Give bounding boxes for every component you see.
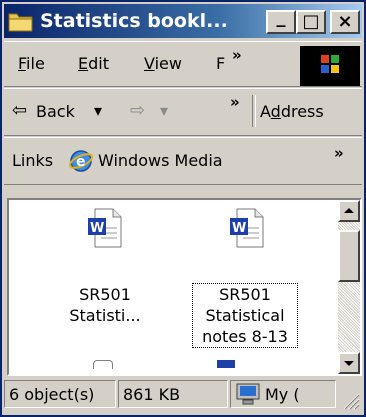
chevron-down-icon[interactable]: ▾ [94, 101, 102, 120]
back-button[interactable]: ⇦ Back ▾ [10, 89, 128, 135]
toolbar-overflow-icon[interactable]: » [230, 93, 240, 111]
toolbar-separator [252, 95, 256, 127]
minimize-icon: _ [276, 7, 286, 28]
status-bar: 6 object(s) 861 KB My ( [4, 376, 362, 413]
partial-icon [93, 360, 113, 369]
forward-arrow-icon: ⇨ [130, 100, 146, 121]
window-title: Statistics bookl... [40, 10, 228, 32]
chevron-down-icon: ▾ [160, 101, 169, 120]
links-bar: Links e Windows Media » [4, 137, 362, 185]
menu-view[interactable]: View [144, 54, 182, 73]
close-button[interactable]: × [330, 10, 360, 34]
close-icon: × [337, 11, 353, 32]
partial-icon [217, 360, 235, 368]
menu-edit[interactable]: Edit [78, 54, 109, 73]
arrow-up-icon [344, 208, 354, 213]
ie-icon: e [68, 150, 94, 172]
file-label-selected: SR501 Statistical notes 8-13 [192, 283, 298, 348]
links-overflow-icon[interactable]: » [334, 144, 344, 162]
word-document-icon: W [230, 208, 264, 248]
address-label[interactable]: Address [260, 102, 324, 121]
resize-grip-icon[interactable] [340, 390, 360, 410]
scroll-up-button[interactable] [338, 200, 360, 222]
status-zone: My ( [230, 380, 336, 408]
folder-icon [8, 13, 33, 32]
back-arrow-icon: ⇦ [12, 100, 28, 121]
links-item-windows-media[interactable]: e Windows Media [68, 146, 298, 176]
svg-text:W: W [232, 221, 246, 236]
svg-text:W: W [90, 221, 104, 236]
maximize-button[interactable]: □ [296, 10, 326, 34]
file-label: SR501 Statisti... [69, 285, 141, 325]
file-view: W SR501 Statisti... W SR501 Statistical … [7, 198, 362, 376]
back-label: Back [36, 102, 75, 121]
scroll-down-button[interactable] [338, 352, 360, 374]
minimize-button[interactable]: _ [266, 7, 296, 34]
scroll-thumb[interactable] [338, 230, 360, 282]
word-document-icon: W [88, 208, 122, 248]
forward-button[interactable]: ⇨ ▾ [128, 89, 178, 135]
menu-favorites[interactable]: F [216, 54, 225, 73]
my-computer-icon [236, 383, 260, 405]
menu-bar: File Edit View F » [4, 41, 362, 87]
explorer-window: Statistics bookl... _ □ × File Edit View… [0, 0, 366, 417]
title-bar[interactable]: Statistics bookl... _ □ × [4, 4, 362, 38]
file-item[interactable]: W SR501 Statisti... [49, 208, 161, 369]
windows-logo-icon [300, 46, 360, 86]
arrow-down-icon [344, 361, 354, 366]
links-item-label: Windows Media [98, 151, 223, 170]
status-zone-label: My ( [265, 385, 300, 404]
menu-file[interactable]: File [18, 54, 45, 73]
links-label[interactable]: Links [12, 151, 53, 170]
svg-text:e: e [76, 154, 86, 170]
vertical-scrollbar[interactable] [338, 200, 360, 374]
menu-overflow-icon[interactable]: » [232, 46, 242, 64]
maximize-icon: □ [302, 11, 320, 32]
status-object-count: 6 object(s) [4, 380, 116, 408]
toolbar: ⇦ Back ▾ ⇨ ▾ » Address [4, 88, 362, 136]
status-size: 861 KB [118, 380, 228, 408]
file-item[interactable]: W SR501 Statistical notes 8-13 [191, 208, 303, 368]
